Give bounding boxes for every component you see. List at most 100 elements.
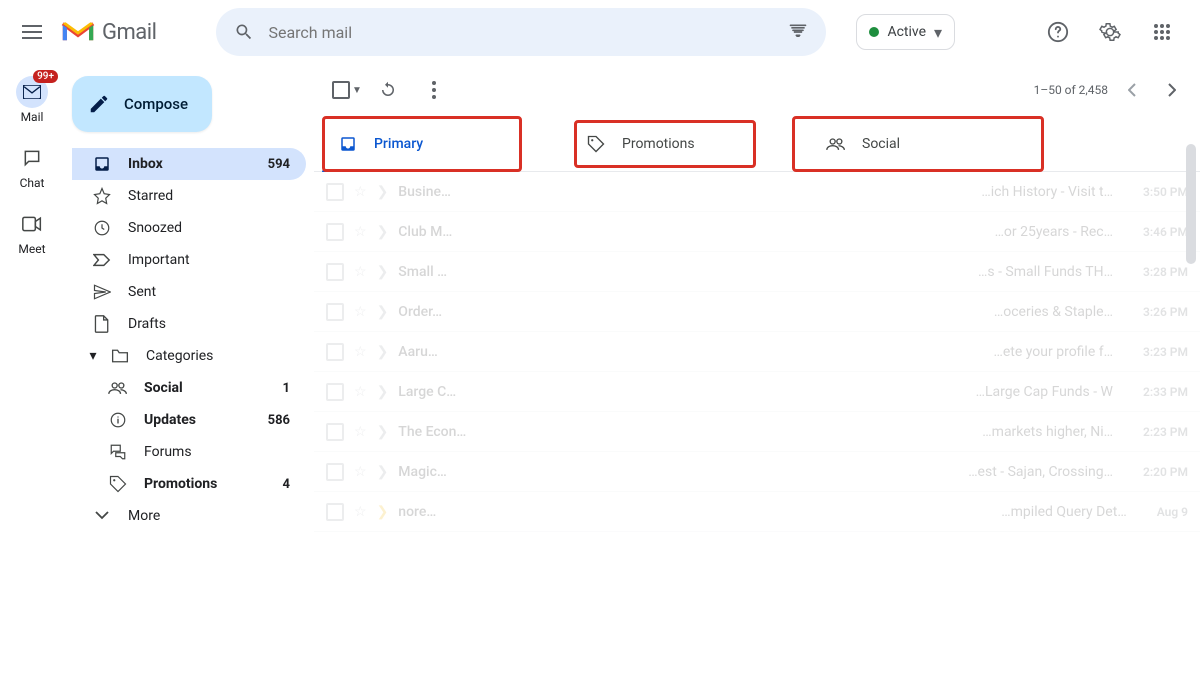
important-marker[interactable]: ❯ — [377, 344, 389, 360]
people-icon — [826, 134, 846, 154]
search-icon[interactable] — [224, 12, 264, 52]
rail-meet[interactable]: Meet — [4, 208, 60, 256]
email-time: 3:23 PM — [1143, 345, 1188, 359]
nav-categories[interactable]: ▾ Categories — [72, 340, 306, 372]
select-dropdown-icon[interactable]: ▼ — [352, 85, 362, 96]
star-icon[interactable]: ☆ — [354, 504, 367, 520]
email-sender: Magic… — [398, 464, 538, 480]
search-filter-icon[interactable] — [778, 12, 818, 52]
email-subject: …s - Small Funds TH… — [548, 264, 1133, 280]
nav-sent[interactable]: Sent — [72, 276, 306, 308]
status-chip[interactable]: Active ▾ — [856, 14, 955, 50]
folder-icon — [110, 346, 130, 366]
chevron-down-icon: ▾ — [934, 23, 942, 42]
nav-forums[interactable]: Forums — [72, 436, 306, 468]
row-checkbox[interactable] — [326, 463, 344, 481]
nav-important[interactable]: Important — [72, 244, 306, 276]
nav-updates[interactable]: Updates 586 — [72, 404, 306, 436]
star-icon[interactable]: ☆ — [354, 264, 367, 280]
email-subject: …Large Cap Funds - W — [548, 384, 1133, 400]
star-icon — [92, 186, 112, 206]
tab-primary[interactable]: Primary — [322, 116, 522, 171]
star-icon[interactable]: ☆ — [354, 224, 367, 240]
star-icon[interactable]: ☆ — [354, 184, 367, 200]
important-marker[interactable]: ❯ — [377, 224, 389, 240]
important-marker[interactable]: ❯ — [377, 424, 389, 440]
logo-text: Gmail — [102, 20, 156, 45]
tab-social[interactable]: Social — [810, 116, 1010, 171]
pencil-icon — [88, 93, 110, 115]
nav-inbox[interactable]: Inbox 594 — [72, 148, 306, 180]
email-subject: …ich History - Visit t… — [548, 184, 1133, 200]
nav-snoozed[interactable]: Snoozed — [72, 212, 306, 244]
email-subject: …or 25years - Rec… — [548, 224, 1133, 240]
email-row[interactable]: ☆❯Aaru……ete your profile f…3:23 PM — [314, 332, 1200, 372]
chevron-down-icon — [92, 506, 112, 526]
compose-button[interactable]: Compose — [72, 76, 212, 132]
nav-more[interactable]: More — [72, 500, 306, 532]
row-checkbox[interactable] — [326, 303, 344, 321]
star-icon[interactable]: ☆ — [354, 464, 367, 480]
row-checkbox[interactable] — [326, 423, 344, 441]
star-icon[interactable]: ☆ — [354, 424, 367, 440]
star-icon[interactable]: ☆ — [354, 344, 367, 360]
email-sender: Busine… — [398, 184, 538, 200]
row-checkbox[interactable] — [326, 383, 344, 401]
email-row[interactable]: ☆❯Small ……s - Small Funds TH…3:28 PM — [314, 252, 1200, 292]
email-row[interactable]: ☆ ❯ Magic… …est - Sajan, Crossing… 2:20 PM — [314, 452, 1200, 492]
email-time: Aug 9 — [1157, 505, 1188, 519]
nav-starred[interactable]: Starred — [72, 180, 306, 212]
search-bar[interactable] — [216, 8, 826, 56]
search-input[interactable] — [264, 23, 778, 42]
prev-page-button[interactable] — [1116, 74, 1148, 106]
nav-promotions[interactable]: Promotions 4 — [72, 468, 306, 500]
rail-mail-label: Mail — [21, 110, 44, 124]
important-marker[interactable]: ❯ — [377, 184, 389, 200]
email-time: 2:20 PM — [1143, 465, 1188, 479]
email-row[interactable]: ☆❯Club M……or 25years - Rec…3:46 PM — [314, 212, 1200, 252]
important-marker[interactable]: ❯ — [377, 304, 389, 320]
refresh-button[interactable] — [368, 70, 408, 110]
email-row[interactable]: ☆❯Large C……Large Cap Funds - W2:33 PM — [314, 372, 1200, 412]
star-icon[interactable]: ☆ — [354, 384, 367, 400]
tab-promotions[interactable]: Promotions — [570, 116, 770, 171]
email-row[interactable]: ☆❯Order……oceries & Staple…3:26 PM — [314, 292, 1200, 332]
rail-chat[interactable]: Chat — [4, 142, 60, 190]
gmail-logo[interactable]: Gmail — [60, 18, 156, 46]
apps-icon[interactable] — [1140, 10, 1184, 54]
email-sender: Club M… — [398, 224, 538, 240]
rail-meet-label: Meet — [18, 242, 45, 256]
star-icon[interactable]: ☆ — [354, 304, 367, 320]
email-row[interactable]: ☆❯nore……mpiled Query Det…Aug 9 — [314, 492, 1200, 532]
forum-icon — [108, 442, 128, 462]
next-page-button[interactable] — [1156, 74, 1188, 106]
rail-mail[interactable]: 99+ Mail — [4, 76, 60, 124]
nav-social[interactable]: Social 1 — [72, 372, 306, 404]
important-marker[interactable]: ❯ — [377, 264, 389, 280]
row-checkbox[interactable] — [326, 223, 344, 241]
scrollbar[interactable] — [1186, 144, 1196, 264]
support-icon[interactable] — [1036, 10, 1080, 54]
settings-icon[interactable] — [1088, 10, 1132, 54]
important-marker[interactable]: ❯ — [377, 384, 389, 400]
hamburger-menu[interactable] — [8, 8, 56, 56]
email-subject: …est - Sajan, Crossing… — [548, 464, 1133, 480]
rail-chat-label: Chat — [20, 176, 45, 190]
select-all-checkbox[interactable] — [332, 81, 350, 99]
email-row[interactable]: ☆ ❯ Busine… …ich History - Visit t… 3:50 PM — [314, 172, 1200, 212]
email-subject: …ete your profile f… — [548, 344, 1133, 360]
email-row[interactable]: ☆❯The Econ……markets higher, Ni…2:23 PM — [314, 412, 1200, 452]
more-button[interactable] — [414, 70, 454, 110]
email-sender: Small … — [398, 264, 538, 280]
important-marker[interactable]: ❯ — [377, 504, 389, 520]
row-checkbox[interactable] — [326, 343, 344, 361]
row-checkbox[interactable] — [326, 183, 344, 201]
nav-drafts[interactable]: Drafts — [72, 308, 306, 340]
row-checkbox[interactable] — [326, 263, 344, 281]
page-range: 1–50 of 2,458 — [1034, 83, 1108, 97]
people-icon — [108, 378, 128, 398]
row-checkbox[interactable] — [326, 503, 344, 521]
email-time: 3:50 PM — [1143, 185, 1188, 199]
important-marker[interactable]: ❯ — [377, 464, 389, 480]
tag-icon — [108, 474, 128, 494]
